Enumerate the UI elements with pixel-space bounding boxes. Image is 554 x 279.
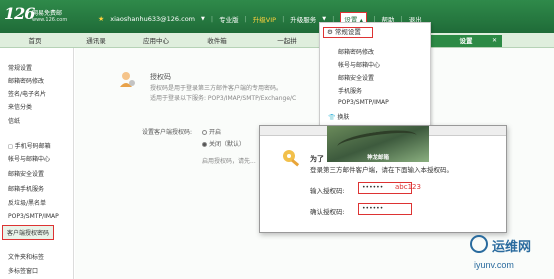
phone-icon: □ bbox=[8, 144, 13, 150]
watermark-url: iyunv.com bbox=[474, 260, 514, 270]
auth-title: 授权码 bbox=[150, 73, 171, 81]
tab-home[interactable]: 首页 bbox=[0, 35, 70, 47]
dropdown-item-security[interactable]: 邮箱安全设置 bbox=[338, 73, 374, 82]
auth-code-dialog: 神龙邮箱 为了 登录第三方邮件客户端，请在下面输入本授权码。 输入授权码: ••… bbox=[259, 125, 507, 233]
upgrade-vip-link[interactable]: 升级VIP bbox=[253, 14, 276, 24]
top-header: 126 网易免费邮 www.126.com ★ xiaoshanhu633@12… bbox=[0, 0, 554, 33]
pro-version-link[interactable]: 专业版 bbox=[219, 14, 239, 24]
close-icon[interactable]: ✕ bbox=[492, 37, 497, 44]
tab-app-center[interactable]: 应用中心 bbox=[122, 35, 190, 47]
dropdown-item-pop3[interactable]: POP3/SMTP/IMAP bbox=[338, 99, 389, 106]
branch-shape bbox=[336, 126, 418, 156]
sidebar-item-stationery[interactable]: 信纸 bbox=[8, 116, 20, 125]
skin-preview-image: 神龙邮箱 bbox=[327, 126, 429, 162]
tab-bar: 首页 通讯录 应用中心 收件箱 一起拼 设置 ✕ bbox=[0, 33, 554, 48]
dropdown-item-skin[interactable]: 👕 换肤 bbox=[328, 112, 349, 121]
dropdown-general-settings[interactable]: ⚙ 常规设置 bbox=[323, 27, 373, 38]
tab-contacts[interactable]: 通讯录 bbox=[72, 35, 120, 47]
sidebar-item-client-auth[interactable]: 客户端授权密码 bbox=[2, 225, 55, 240]
dropdown-item-password[interactable]: 邮箱密码修改 bbox=[338, 47, 374, 56]
sidebar-item-antispam[interactable]: 反垃圾/黑名单 bbox=[8, 198, 46, 207]
sidebar-item-mail-filter[interactable]: 来信分类 bbox=[8, 102, 32, 111]
logo[interactable]: 126 网易免费邮 www.126.com bbox=[4, 4, 67, 23]
hint-text: 启用授权码，请先... bbox=[202, 158, 256, 165]
dropdown-header-label: 常规设置 bbox=[334, 28, 361, 36]
dropdown-item-account-center[interactable]: 帐号与邮箱中心 bbox=[338, 60, 380, 69]
radio-label: 关闭（默认） bbox=[209, 141, 246, 148]
tab-inbox[interactable]: 收件箱 bbox=[192, 35, 242, 47]
dropdown-item-phone-service[interactable]: 手机服务 bbox=[338, 86, 362, 95]
sidebar-item-account-center[interactable]: 帐号与邮箱中心 bbox=[8, 154, 50, 163]
user-icon bbox=[120, 72, 135, 87]
sidebar-item-mobile-mailbox[interactable]: □ 手机号码邮箱 bbox=[8, 141, 51, 150]
upgrade-service-link[interactable]: 升级服务 bbox=[290, 14, 316, 24]
key-icon bbox=[283, 150, 300, 167]
sidebar-item-signature[interactable]: 签名/电子名片 bbox=[8, 89, 46, 98]
tab-group-buy[interactable]: 一起拼 bbox=[264, 35, 310, 47]
auth-description: 授权码是用于登录第三方邮件客户端的专用密码。 bbox=[150, 85, 283, 92]
sidebar-item-phone-service[interactable]: 邮箱手机服务 bbox=[8, 184, 44, 193]
auth-code-label: 输入授权码: bbox=[310, 187, 345, 195]
divider: | bbox=[244, 15, 247, 23]
sidebar-item-pop3[interactable]: POP3/SMTP/IMAP bbox=[8, 213, 59, 220]
auth-services: 适用于登录以下服务: POP3/IMAP/SMTP/Exchange/C bbox=[150, 95, 297, 102]
logo-name: 网易免费邮 bbox=[32, 10, 63, 17]
confirm-code-input[interactable]: •••••• bbox=[358, 203, 412, 215]
gear-icon: ⚙ bbox=[327, 28, 333, 36]
confirm-code-label: 确认授权码: bbox=[310, 208, 345, 216]
logo-number: 126 bbox=[4, 4, 35, 23]
settings-sidebar: 常规设置 邮箱密码修改 签名/电子名片 来信分类 信纸 □ 手机号码邮箱 帐号与… bbox=[0, 48, 74, 279]
dialog-heading: 为了 bbox=[310, 155, 324, 163]
watermark-name: 运维网 bbox=[492, 239, 532, 254]
sidebar-item-label: 手机号码邮箱 bbox=[14, 143, 51, 150]
radio-circle bbox=[202, 130, 207, 135]
radio-disable[interactable]: 关闭（默认） bbox=[202, 139, 245, 148]
user-email[interactable]: xiaoshanhu633@126.com bbox=[110, 15, 195, 23]
shirt-icon: 👕 bbox=[328, 114, 336, 121]
client-auth-label: 设置客户端授权码: bbox=[142, 129, 193, 136]
radio-enable[interactable]: 开启 bbox=[202, 127, 221, 136]
chevron-down-icon[interactable]: ▼ bbox=[201, 16, 205, 22]
dropdown-item-label: 换肤 bbox=[337, 114, 350, 121]
radio-label: 开启 bbox=[209, 129, 222, 136]
radio-circle bbox=[202, 142, 207, 147]
dialog-description: 登录第三方邮件客户端，请在下面输入本授权码。 bbox=[310, 166, 453, 174]
divider: | bbox=[210, 15, 214, 23]
logo-url: www.126.com bbox=[32, 17, 68, 23]
sidebar-item-general[interactable]: 常规设置 bbox=[8, 63, 32, 72]
sidebar-item-password[interactable]: 邮箱密码修改 bbox=[8, 76, 44, 85]
image-caption: 神龙邮箱 bbox=[366, 155, 389, 161]
sidebar-item-multi-tab[interactable]: 多标签窗口 bbox=[8, 266, 38, 275]
watermark-logo-icon bbox=[470, 235, 488, 253]
divider: | bbox=[282, 15, 285, 23]
annotation-text: abc123 bbox=[395, 183, 421, 191]
sidebar-item-security[interactable]: 邮箱安全设置 bbox=[8, 169, 44, 178]
star-icon: ★ bbox=[98, 15, 105, 23]
sidebar-item-folders[interactable]: 文件夹和标签 bbox=[8, 252, 44, 261]
watermark: 运维网 iyunv.com bbox=[458, 233, 554, 279]
